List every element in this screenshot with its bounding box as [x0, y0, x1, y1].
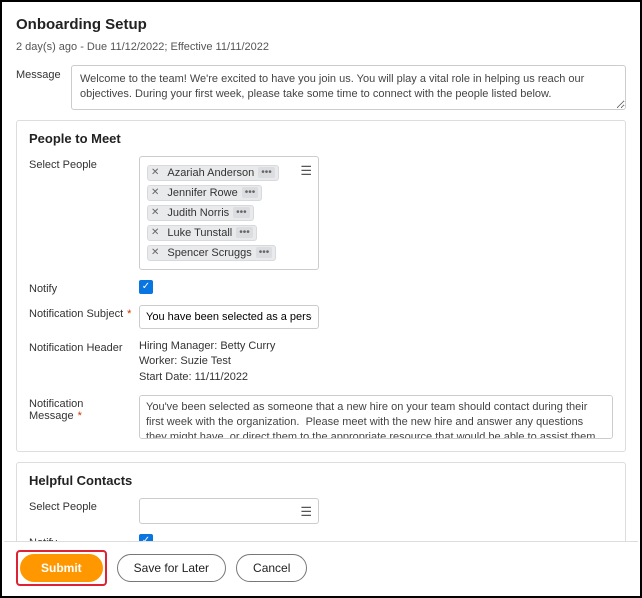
- person-chip: ✕ Judith Norris•••: [147, 205, 254, 221]
- people-to-meet-panel: People to Meet Select People ☰ ✕ Azariah …: [16, 120, 626, 452]
- list-icon[interactable]: ☰: [300, 504, 312, 520]
- person-name: Spencer Scruggs: [163, 247, 255, 259]
- helpful-select-label: Select People: [29, 498, 139, 513]
- notif-header-label: Notification Header: [29, 339, 139, 354]
- subject-label: Notification Subject*: [29, 305, 139, 320]
- notify-checkbox[interactable]: ✓: [139, 280, 153, 294]
- notif-header-value: Hiring Manager: Betty CurryWorker: Suzie…: [139, 339, 275, 385]
- notif-msg-textarea[interactable]: [139, 395, 613, 439]
- more-icon[interactable]: •••: [236, 227, 253, 238]
- helpful-select-input[interactable]: ☰: [139, 498, 319, 524]
- footer-bar: Submit Save for Later Cancel: [4, 541, 638, 594]
- submit-button[interactable]: Submit: [20, 554, 103, 582]
- select-people-input[interactable]: ☰ ✕Azariah Anderson•••✕Jennifer Rowe•••✕…: [139, 156, 319, 270]
- helpful-heading: Helpful Contacts: [29, 473, 613, 488]
- remove-icon[interactable]: ✕: [151, 167, 159, 178]
- person-chip: ✕ Jennifer Rowe•••: [147, 185, 262, 201]
- message-label: Message: [16, 65, 71, 110]
- submit-highlight: Submit: [16, 550, 107, 586]
- person-name: Jennifer Rowe: [163, 187, 241, 199]
- person-chip: ✕ Spencer Scruggs•••: [147, 245, 276, 261]
- person-chip: ✕ Luke Tunstall•••: [147, 225, 257, 241]
- notif-msg-label: Notification Message*: [29, 395, 139, 422]
- cancel-button[interactable]: Cancel: [236, 554, 307, 582]
- subject-input[interactable]: [139, 305, 319, 329]
- remove-icon[interactable]: ✕: [151, 247, 159, 258]
- person-name: Luke Tunstall: [163, 227, 236, 239]
- more-icon[interactable]: •••: [258, 167, 275, 178]
- more-icon[interactable]: •••: [256, 247, 273, 258]
- page-meta: 2 day(s) ago - Due 11/12/2022; Effective…: [16, 41, 626, 53]
- person-name: Judith Norris: [163, 207, 233, 219]
- message-textarea[interactable]: [71, 65, 626, 110]
- remove-icon[interactable]: ✕: [151, 227, 159, 238]
- list-icon[interactable]: ☰: [300, 163, 312, 179]
- person-name: Azariah Anderson: [163, 167, 258, 179]
- notify-label: Notify: [29, 280, 139, 295]
- people-heading: People to Meet: [29, 131, 613, 146]
- select-people-label: Select People: [29, 156, 139, 171]
- page-title: Onboarding Setup: [16, 16, 626, 33]
- remove-icon[interactable]: ✕: [151, 207, 159, 218]
- save-for-later-button[interactable]: Save for Later: [117, 554, 226, 582]
- remove-icon[interactable]: ✕: [151, 187, 159, 198]
- more-icon[interactable]: •••: [242, 187, 259, 198]
- person-chip: ✕ Azariah Anderson•••: [147, 165, 279, 181]
- more-icon[interactable]: •••: [233, 207, 250, 218]
